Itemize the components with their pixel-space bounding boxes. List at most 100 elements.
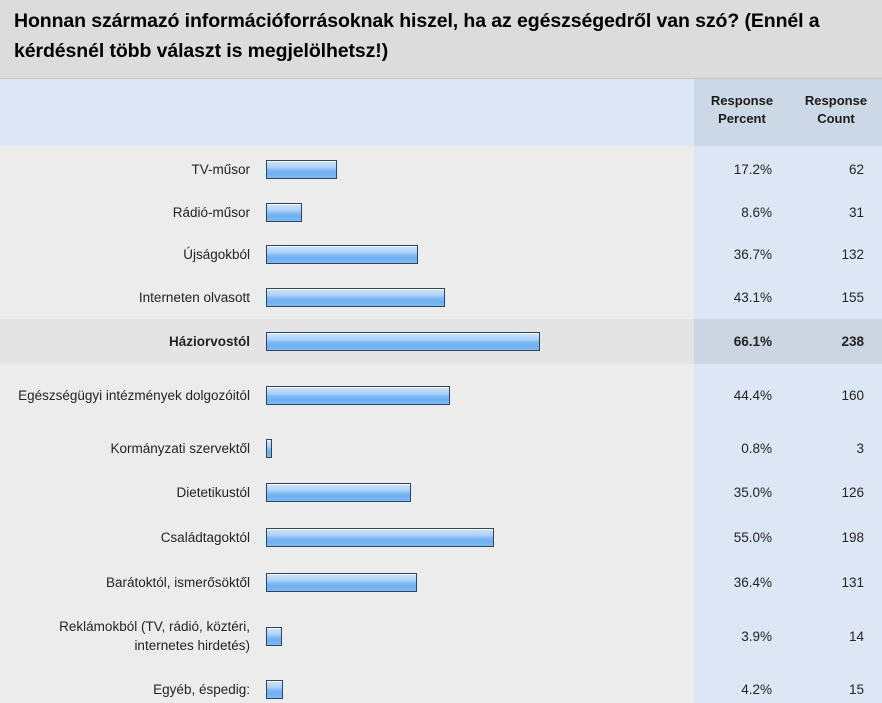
row-right-cell: 44.4% 160 [694,364,882,426]
response-count-header-line2: Count [817,111,855,126]
table-row: Reklámokból (TV, rádió, köztéri, interne… [0,605,882,667]
response-percent-value: 55.0% [733,530,772,545]
answer-option-label: Interneten olvasott [138,290,250,305]
row-right-cell: 8.6% 31 [694,192,882,233]
response-percent-value: 43.1% [733,290,772,305]
answer-option-label: Rádió-műsor [172,205,250,220]
response-percent-value: 66.1% [733,334,772,349]
bar-track [256,245,686,264]
table-row: Rádió-műsor 8.6% 31 [0,192,882,233]
row-right-cell: 36.4% 131 [694,560,882,605]
response-percent-value: 36.4% [733,575,772,590]
bar-track [256,332,686,351]
response-bar [266,528,494,547]
table-row: TV-műsor 17.2% 62 [0,146,882,192]
row-right-cell: 17.2% 62 [694,146,882,192]
response-percent-header-line2: Percent [718,111,766,126]
response-count-header-line1: Response [804,93,868,108]
bar-track [256,483,686,502]
row-left-cell: Barátoktól, ismerősöktől [0,560,694,605]
response-count-value: 238 [841,334,864,349]
response-count-value: 3 [856,440,864,456]
response-bar [266,483,411,502]
bar-track [256,680,686,699]
response-count-value: 198 [841,530,864,545]
response-count-value: 131 [841,575,864,590]
table-row: Kormányzati szervektől 0.8% 3 [0,426,882,470]
response-bar [266,288,445,307]
bar-track [256,288,686,307]
response-count-value: 14 [848,628,864,644]
response-count-value: 160 [841,387,864,403]
answer-option-label: Barátoktól, ismerősöktől [105,575,250,590]
row-right-cell: 36.7% 132 [694,233,882,276]
response-bar [266,159,337,179]
row-left-cell: Dietetikustól [0,470,694,515]
response-percent-value: 0.8% [741,440,772,456]
response-bar [266,438,272,458]
answer-option-label: Kormányzati szervektől [110,440,250,456]
answer-option-label: TV-műsor [191,161,250,177]
metrics-header-group: Response Percent Response Count [694,79,882,146]
response-bar [266,573,417,592]
answer-option-label: Reklámokból (TV, rádió, köztéri, interne… [59,619,250,653]
row-left-cell: Kormányzati szervektől [0,426,694,470]
response-count-value: 15 [848,682,864,697]
survey-results-page: Honnan származó információforrásoknak hi… [0,0,882,703]
row-left-cell: Interneten olvasott [0,276,694,319]
response-percent-value: 8.6% [741,205,772,220]
bar-track [256,626,686,646]
response-count-value: 31 [848,205,864,220]
table-row: Egészségügyi intézmények dolgozóitól 44.4… [0,364,882,426]
row-right-cell: 55.0% 198 [694,515,882,560]
table-row: Háziorvostól 66.1% 238 [0,319,882,364]
response-percent-header-line1: Response [710,93,774,108]
answer-option-label: Háziorvostól [168,334,250,349]
row-right-cell: 3.9% 14 [694,605,882,667]
response-percent-value: 3.9% [741,628,772,644]
row-left-cell: TV-műsor [0,146,694,192]
bar-track [256,573,686,592]
row-right-cell: 43.1% 155 [694,276,882,319]
page-title: Honnan származó információforrásoknak hi… [0,0,882,78]
results-table: Response Percent Response Count TV-műsor… [0,78,882,703]
bar-track [256,528,686,547]
response-count-value: 62 [848,161,864,177]
row-left-cell: Háziorvostól [0,319,694,364]
response-count-value: 155 [841,290,864,305]
answer-options-header [0,79,694,146]
row-right-cell: 0.8% 3 [694,426,882,470]
bar-track [256,159,686,179]
table-body: TV-műsor 17.2% 62 Rádió-műsor 8.6% 31 Újságokb… [0,146,882,703]
bar-track [256,203,686,222]
row-left-cell: Rádió-műsor [0,192,694,233]
response-count-header: Response Count [790,79,882,146]
response-percent-value: 44.4% [733,387,772,403]
row-left-cell: Reklámokból (TV, rádió, köztéri, interne… [0,605,694,667]
table-row: Újságokból 36.7% 132 [0,233,882,276]
bar-track [256,438,686,458]
table-row: Barátoktól, ismerősöktől 36.4% 131 [0,560,882,605]
response-percent-value: 4.2% [741,682,772,697]
response-bar [266,626,282,646]
table-row: Dietetikustól 35.0% 126 [0,470,882,515]
response-bar [266,385,450,405]
response-bar [266,332,540,351]
response-percent-value: 36.7% [733,247,772,262]
bar-track [256,385,686,405]
response-count-value: 126 [841,485,864,500]
response-bar [266,203,302,222]
answer-option-label: Egészségügyi intézmények dolgozóitól [18,387,250,403]
response-count-value: 132 [841,247,864,262]
table-row: Interneten olvasott 43.1% 155 [0,276,882,319]
row-right-cell: 35.0% 126 [694,470,882,515]
answer-option-label: Családtagoktól [160,530,250,545]
row-right-cell: 66.1% 238 [694,319,882,364]
response-percent-header: Response Percent [694,79,790,146]
response-percent-value: 17.2% [733,161,772,177]
answer-option-label: Dietetikustól [176,485,250,500]
response-percent-value: 35.0% [733,485,772,500]
response-bar [266,245,418,264]
table-row: Egyéb, éspedig: 4.2% 15 [0,667,882,703]
row-left-cell: Egyéb, éspedig: [0,667,694,703]
